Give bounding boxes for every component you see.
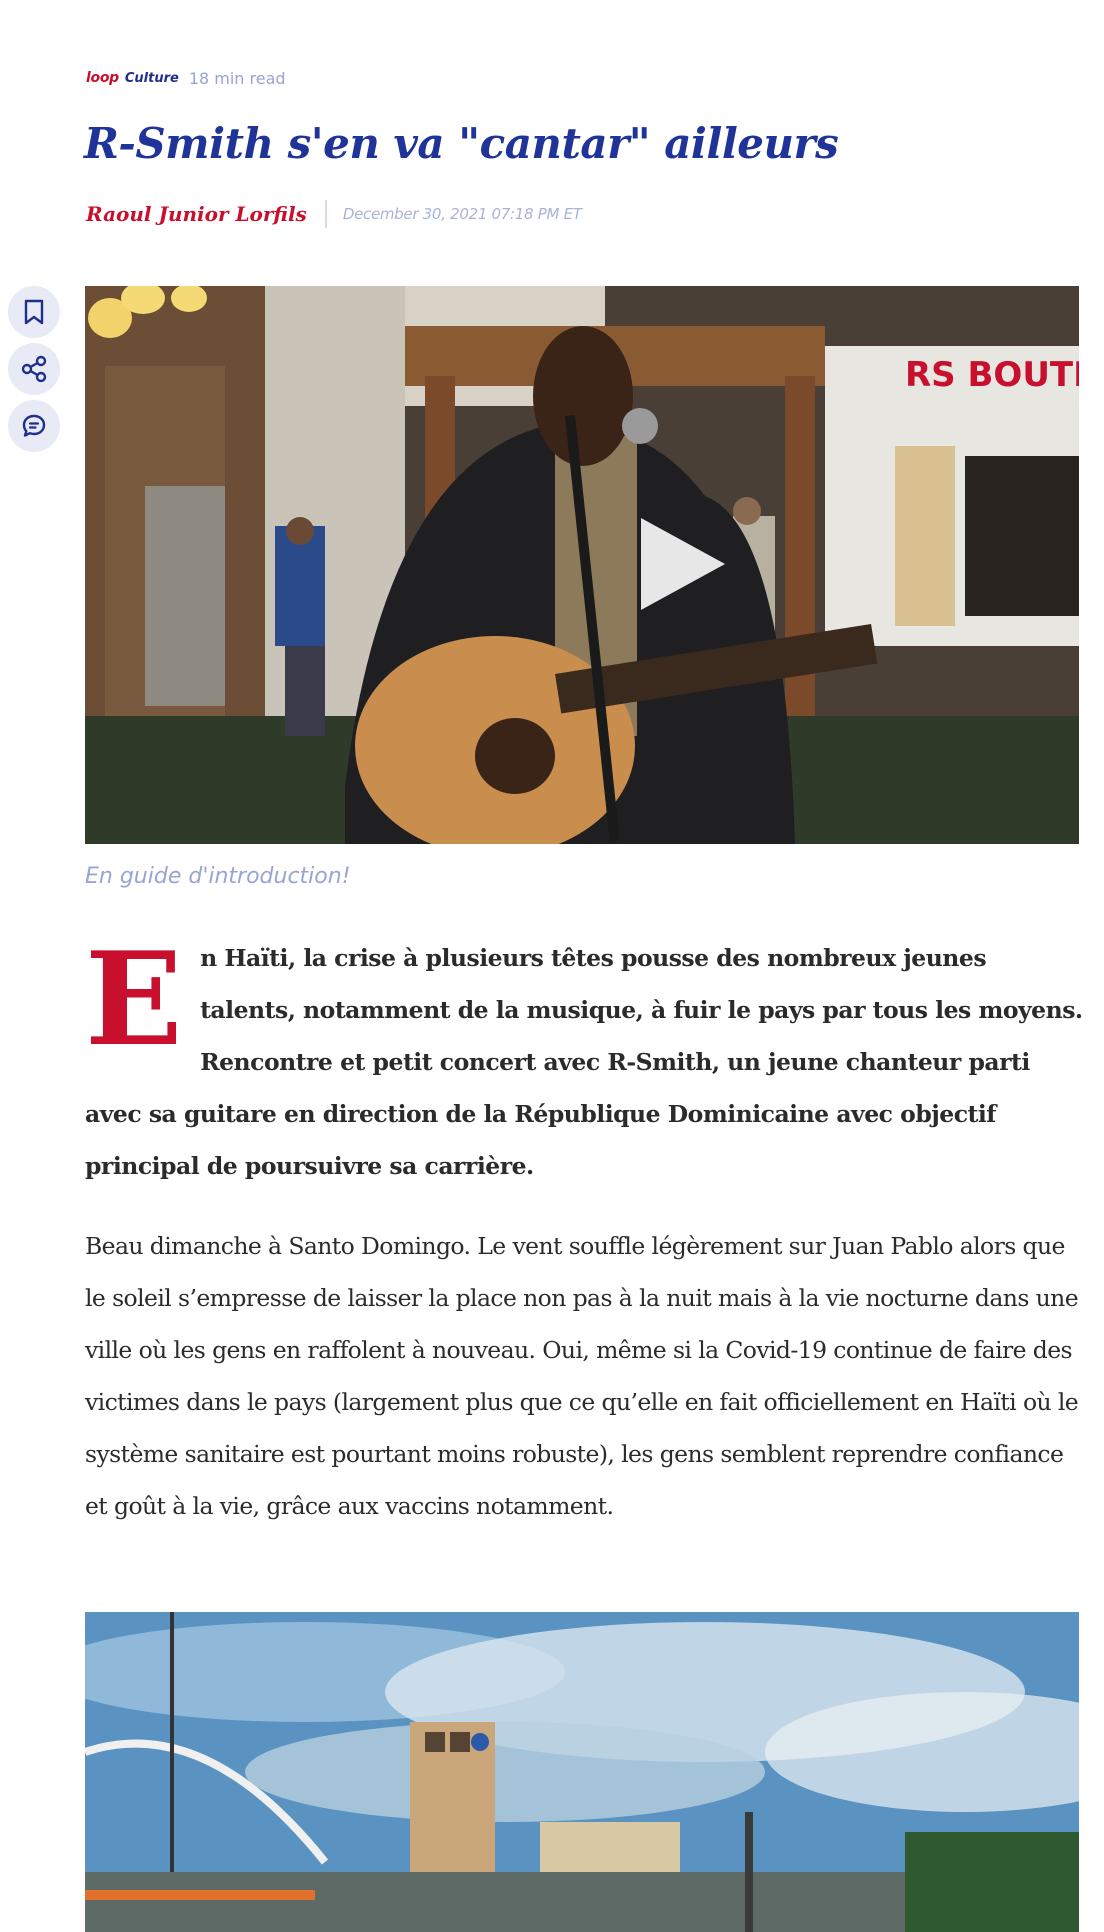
cityscape-image bbox=[85, 1612, 1079, 1932]
article-title: R-Smith s'en va "cantar" ailleurs bbox=[84, 119, 839, 168]
comment-icon bbox=[22, 414, 46, 437]
bookmark-icon bbox=[24, 299, 44, 325]
share-icon bbox=[21, 355, 47, 383]
loop-logo[interactable]: loop bbox=[86, 70, 119, 86]
lead-text: n Haïti, la crise à plusieurs têtes pous… bbox=[85, 944, 1083, 1180]
hero-video[interactable]: RS BOUTIQUE bbox=[85, 286, 1079, 844]
section-label[interactable]: Culture bbox=[125, 71, 179, 86]
read-time: 18 min read bbox=[188, 68, 286, 88]
hero-caption: En guide d'introduction! bbox=[85, 864, 351, 889]
play-icon[interactable] bbox=[631, 514, 731, 614]
store-sign: RS BOUTIQUE bbox=[905, 355, 1079, 395]
author-name[interactable]: Raoul Junior Lorfils bbox=[86, 202, 307, 226]
article-photo[interactable] bbox=[85, 1612, 1079, 1932]
lead-paragraph: En Haïti, la crise à plusieurs têtes pou… bbox=[85, 932, 1085, 1192]
comment-button[interactable] bbox=[8, 400, 60, 452]
drop-cap: E bbox=[85, 925, 183, 1075]
share-button[interactable] bbox=[8, 343, 60, 395]
side-action-bar bbox=[8, 286, 60, 457]
article-meta: loop Culture 18 min read bbox=[86, 66, 286, 90]
bookmark-button[interactable] bbox=[8, 286, 60, 338]
byline: Raoul Junior Lorfils December 30, 2021 0… bbox=[86, 198, 582, 230]
publish-date: December 30, 2021 07:18 PM ET bbox=[342, 205, 582, 223]
body-paragraph: Beau dimanche à Santo Domingo. Le vent s… bbox=[85, 1232, 1079, 1520]
byline-divider bbox=[324, 200, 327, 228]
hero-video-thumbnail: RS BOUTIQUE bbox=[85, 286, 1079, 844]
